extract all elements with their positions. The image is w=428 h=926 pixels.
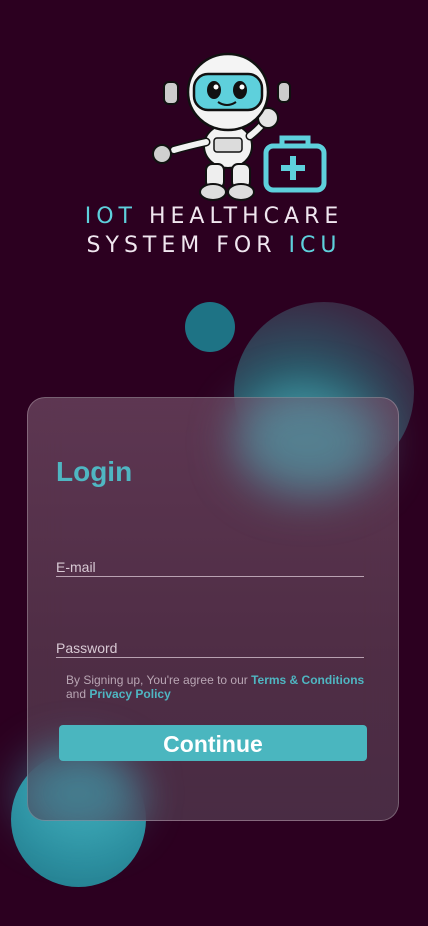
astronaut-robot-icon [152, 52, 327, 201]
privacy-policy-link[interactable]: Privacy Policy [89, 687, 170, 701]
email-field[interactable]: E-mail [56, 556, 368, 578]
terms-prefix: By Signing up, You're agree to our [66, 673, 252, 687]
brand-text-healthcare: HEALTHCARE [136, 204, 344, 229]
password-field[interactable]: Password [56, 637, 368, 659]
terms-notice: By Signing up, You're agree to our Terms… [66, 673, 366, 701]
brand-title-line2: SYSTEM FOR ICU [0, 233, 428, 258]
card-glow-top [233, 388, 383, 498]
terms-conditions-link[interactable]: Terms & Conditions [251, 673, 364, 687]
login-card: Login E-mail Password By Signing up, You… [18, 388, 399, 838]
app-logo: IOT HEALTHCARE SYSTEM FOR ICU [0, 0, 428, 270]
decor-circle-small [185, 302, 235, 352]
login-title: Login [56, 456, 133, 487]
brand-title-line1: IOT HEALTHCARE [0, 204, 428, 229]
login-screen: IOT HEALTHCARE SYSTEM FOR ICU Login E-ma… [0, 0, 428, 926]
terms-and: and [66, 687, 90, 701]
brand-accent-iot: IOT [84, 204, 137, 229]
brand-accent-icu: ICU [288, 233, 342, 258]
password-input[interactable] [56, 637, 368, 659]
continue-button[interactable]: Continue [59, 725, 367, 761]
brand-text-system-for: SYSTEM FOR [86, 233, 289, 258]
email-input[interactable] [56, 556, 368, 578]
